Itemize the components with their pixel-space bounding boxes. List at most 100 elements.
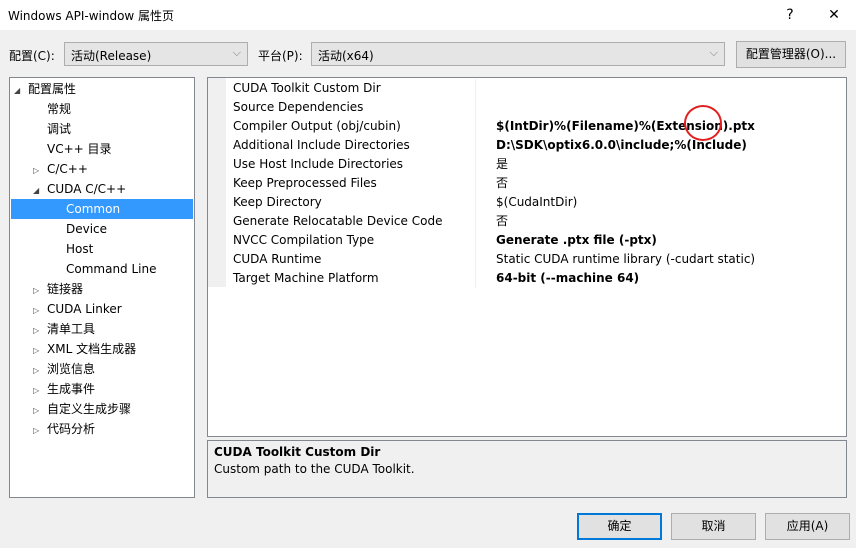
column-divider — [475, 117, 476, 136]
collapsed-icon[interactable]: ▷ — [33, 401, 47, 421]
property-value[interactable]: Generate .ptx file (-ptx) — [479, 231, 657, 250]
property-name: Keep Directory — [233, 195, 322, 209]
tree-item-label: Device — [66, 222, 108, 236]
property-row[interactable]: Keep Directory $(CudaIntDir) — [226, 193, 846, 212]
tree-item-label: 调试 — [47, 122, 72, 136]
tree-item[interactable]: ▷ CUDA Linker — [33, 299, 122, 319]
property-row[interactable]: NVCC Compilation Type Generate .ptx file … — [226, 231, 846, 250]
cancel-button[interactable]: 取消 — [671, 513, 756, 540]
property-row[interactable]: CUDA Runtime Static CUDA runtime library … — [226, 250, 846, 269]
column-divider — [475, 269, 476, 288]
tree-item[interactable]: 常规 — [33, 99, 71, 119]
tree-item[interactable]: ▷ 生成事件 — [33, 379, 95, 399]
tree-item[interactable]: ▷ 代码分析 — [33, 419, 95, 439]
column-divider — [475, 174, 476, 193]
chevron-down-icon: ⌵ — [232, 46, 241, 59]
tree-item-label: 生成事件 — [47, 382, 96, 396]
collapsed-icon[interactable]: ▷ — [33, 381, 47, 401]
column-divider — [475, 155, 476, 174]
property-value[interactable]: 是 — [479, 155, 508, 174]
tree-item-label: 配置属性 — [28, 82, 77, 96]
tree-item[interactable]: 调试 — [33, 119, 71, 139]
collapsed-icon[interactable]: ▷ — [33, 161, 47, 181]
property-row[interactable]: Use Host Include Directories 是 — [226, 155, 846, 174]
tree-item[interactable]: Host — [52, 239, 93, 259]
tree-item-label: 自定义生成步骤 — [47, 402, 132, 416]
tree-item[interactable]: ▷ 链接器 — [33, 279, 83, 299]
column-divider — [475, 231, 476, 250]
property-row[interactable]: Generate Relocatable Device Code 否 — [226, 212, 846, 231]
expanded-icon[interactable]: ◢ — [14, 81, 28, 101]
property-row[interactable]: Source Dependencies — [226, 98, 846, 117]
tree-item-label: Common — [66, 202, 121, 216]
tree-item[interactable]: ◢ 配置属性 — [14, 79, 76, 99]
property-row[interactable]: CUDA Toolkit Custom Dir — [226, 79, 846, 98]
expanded-icon[interactable]: ◢ — [33, 181, 47, 201]
tree-item-label: 代码分析 — [47, 422, 96, 436]
property-name: Compiler Output (obj/cubin) — [233, 119, 401, 133]
property-name: Keep Preprocessed Files — [233, 176, 377, 190]
tree-item[interactable]: Device — [52, 219, 107, 239]
description-title: CUDA Toolkit Custom Dir — [214, 445, 381, 459]
tree-item-label: 常规 — [47, 102, 72, 116]
property-name: NVCC Compilation Type — [233, 233, 375, 247]
tree-item[interactable]: Command Line — [52, 259, 157, 279]
description-text: Custom path to the CUDA Toolkit. — [214, 462, 415, 476]
property-name: Generate Relocatable Device Code — [233, 214, 443, 228]
column-divider — [475, 98, 476, 117]
property-value[interactable]: Static CUDA runtime library (-cudart sta… — [479, 250, 755, 269]
help-button[interactable]: ? — [775, 4, 805, 26]
config-label: 配置(C): — [9, 49, 55, 63]
tree-item-label: Command Line — [66, 262, 157, 276]
collapsed-icon[interactable]: ▷ — [33, 301, 47, 321]
tree-item[interactable]: Common — [11, 199, 193, 219]
window-title: Windows API-window 属性页 — [8, 9, 175, 23]
platform-dropdown[interactable]: 活动(x64) ⌵ — [311, 42, 725, 66]
property-tree[interactable]: ◢ 配置属性 常规 调试 VC++ 目录 ▷ C/C++ ◢ CUDA C/C++ Common D… — [9, 77, 195, 498]
tree-item-label: C/C++ — [47, 162, 88, 176]
tree-item[interactable]: ▷ 清单工具 — [33, 319, 95, 339]
close-button[interactable]: ✕ — [819, 4, 849, 26]
property-value[interactable]: $(CudaIntDir) — [479, 193, 577, 212]
ok-button[interactable]: 确定 — [577, 513, 662, 540]
annotation-circle — [684, 105, 722, 141]
property-row[interactable]: Additional Include Directories D:\SDK\opt… — [226, 136, 846, 155]
collapsed-icon[interactable]: ▷ — [33, 321, 47, 341]
tree-item[interactable]: ▷ C/C++ — [33, 159, 88, 179]
description-panel: CUDA Toolkit Custom Dir Custom path to t… — [207, 440, 847, 498]
apply-button[interactable]: 应用(A) — [765, 513, 850, 540]
tree-item-label: 链接器 — [47, 282, 84, 296]
tree-item[interactable]: ▷ 自定义生成步骤 — [33, 399, 131, 419]
property-row[interactable]: Target Machine Platform 64-bit (--machine… — [226, 269, 846, 288]
property-value[interactable]: 64-bit (--machine 64) — [479, 269, 639, 288]
property-row[interactable]: Keep Preprocessed Files 否 — [226, 174, 846, 193]
tree-item[interactable]: ▷ 浏览信息 — [33, 359, 95, 379]
tree-item[interactable]: ▷ XML 文档生成器 — [33, 339, 136, 359]
collapsed-icon[interactable]: ▷ — [33, 281, 47, 301]
property-name: Source Dependencies — [233, 100, 364, 114]
platform-label: 平台(P): — [258, 49, 303, 63]
config-manager-button[interactable]: 配置管理器(O)... — [736, 41, 846, 68]
tree-item[interactable]: ◢ CUDA C/C++ — [33, 179, 126, 199]
property-value[interactable]: 否 — [479, 174, 508, 193]
property-grid[interactable]: CUDA Toolkit Custom Dir Source Dependenci… — [207, 77, 847, 437]
tree-item-label: Host — [66, 242, 94, 256]
grid-gutter — [208, 78, 226, 287]
property-name: CUDA Toolkit Custom Dir — [233, 81, 381, 95]
collapsed-icon[interactable]: ▷ — [33, 361, 47, 381]
tree-item-label: VC++ 目录 — [47, 142, 112, 156]
column-divider — [475, 193, 476, 212]
property-row[interactable]: Compiler Output (obj/cubin) $(IntDir)%(Fi… — [226, 117, 846, 136]
config-dropdown[interactable]: 活动(Release) ⌵ — [64, 42, 248, 66]
chevron-down-icon: ⌵ — [709, 46, 718, 59]
column-divider — [475, 212, 476, 231]
property-value[interactable]: 否 — [479, 212, 508, 231]
collapsed-icon[interactable]: ▷ — [33, 421, 47, 441]
column-divider — [475, 79, 476, 98]
config-value: 活动(Release) — [71, 49, 152, 63]
title-bar: Windows API-window 属性页 ? ✕ — [0, 0, 856, 30]
collapsed-icon[interactable]: ▷ — [33, 341, 47, 361]
tree-item[interactable]: VC++ 目录 — [33, 139, 112, 159]
column-divider — [475, 136, 476, 155]
tree-item-label: XML 文档生成器 — [47, 342, 137, 356]
